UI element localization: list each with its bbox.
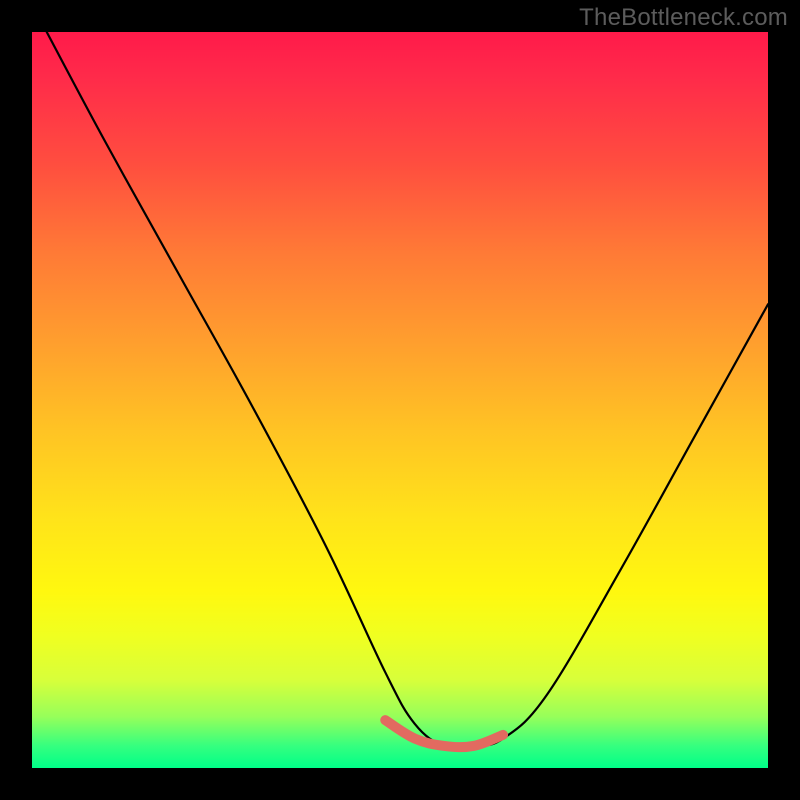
- bottleneck-curve: [47, 32, 768, 748]
- chart-frame: TheBottleneck.com: [0, 0, 800, 800]
- valley-highlight: [385, 720, 503, 747]
- watermark-text: TheBottleneck.com: [579, 4, 788, 32]
- curve-svg: [32, 32, 768, 768]
- plot-area: [32, 32, 768, 768]
